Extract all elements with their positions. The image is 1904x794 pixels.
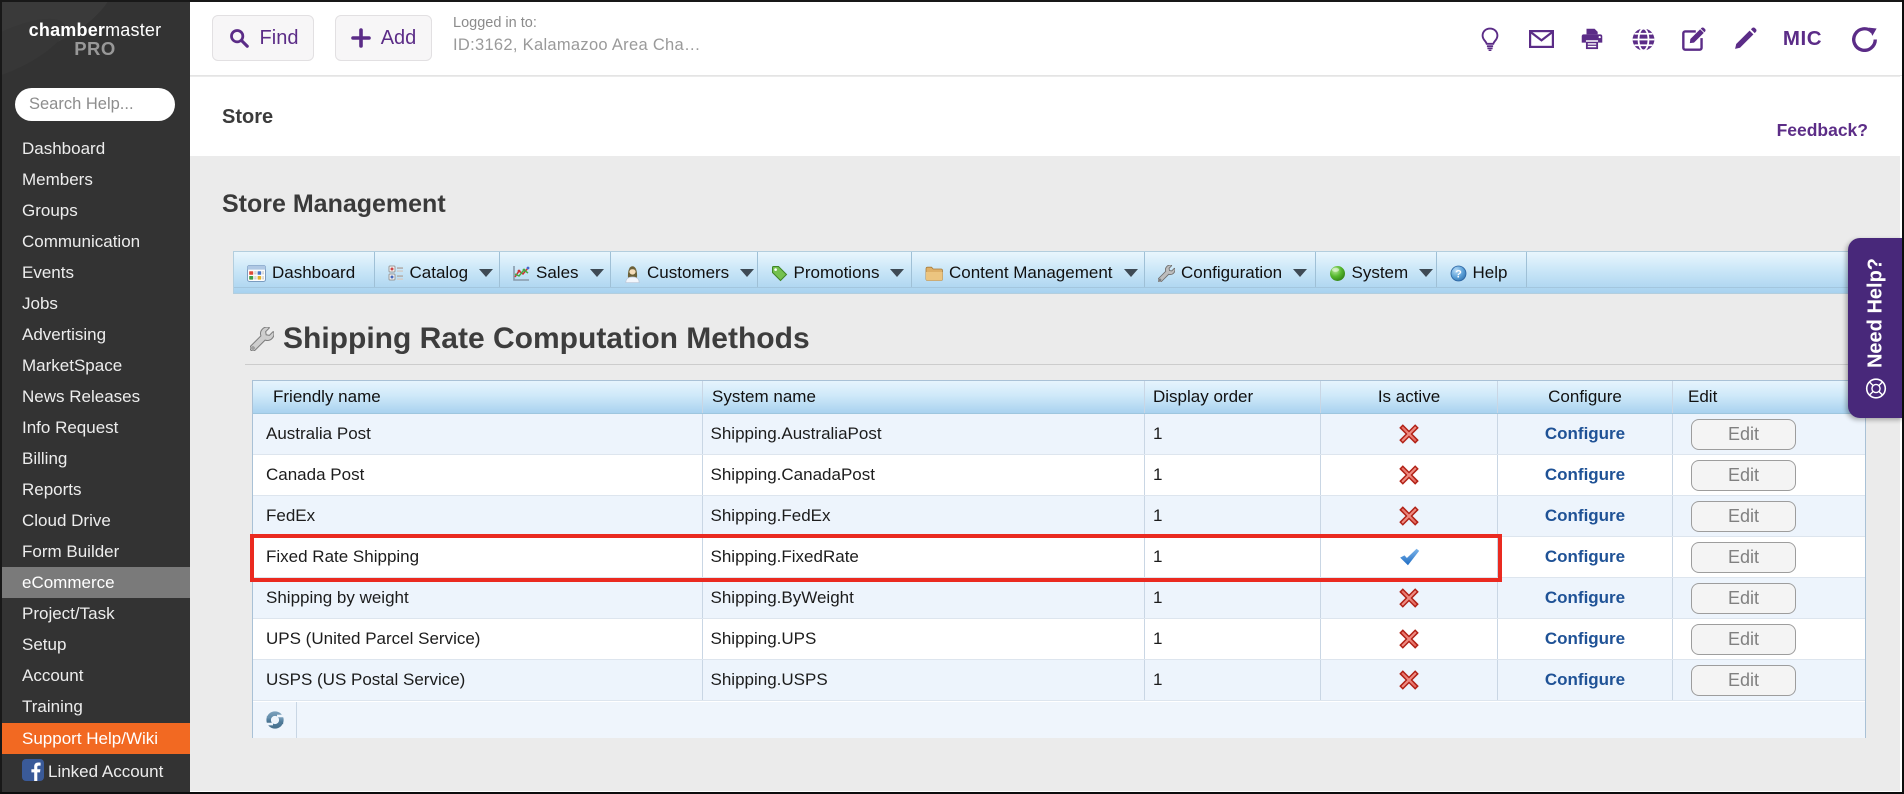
svg-text:?: ? bbox=[1455, 268, 1462, 280]
